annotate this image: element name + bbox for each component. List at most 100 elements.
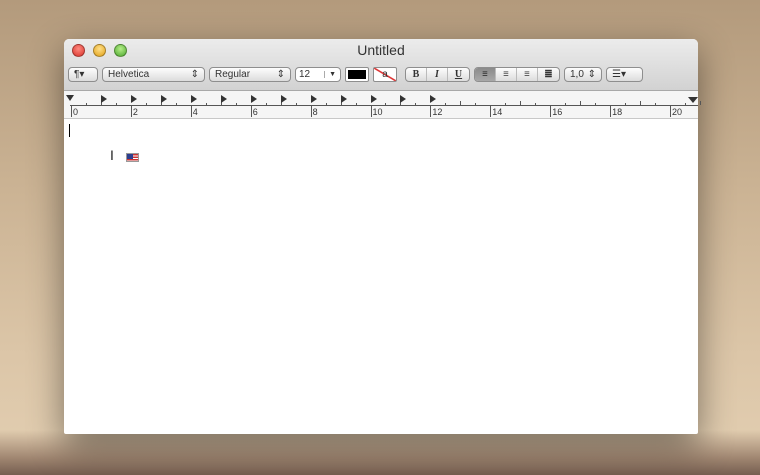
align-right-button[interactable]: ≡ — [517, 68, 538, 81]
ruler-tick — [355, 103, 357, 105]
alignment-buttons: ≡ ≡ ≡ ≣ — [474, 67, 560, 82]
tab-stop-marker[interactable] — [430, 95, 437, 103]
ruler-tick — [565, 103, 567, 105]
ruler-tick — [475, 103, 477, 105]
ruler-tick — [445, 103, 447, 105]
ruler-tick — [175, 103, 177, 105]
text-caret — [69, 124, 70, 137]
font-size-value: 12 — [299, 69, 311, 80]
ruler-label: 4 — [192, 107, 198, 117]
ruler-tick — [295, 103, 297, 105]
ruler-tick — [684, 103, 686, 105]
chevron-down-icon[interactable]: ▼ — [324, 71, 340, 78]
titlebar: Untitled ¶▾ Helvetica ⇕ Regular ⇕ 12 ▼ a B … — [64, 39, 698, 91]
left-indent-marker[interactable] — [66, 95, 74, 101]
us-flag-input-source-icon — [126, 153, 139, 162]
ruler-tick — [595, 103, 597, 105]
ruler-label: 6 — [252, 107, 258, 117]
tab-stop-marker[interactable] — [130, 95, 137, 103]
ruler-tick — [205, 103, 207, 105]
ruler-label: 12 — [432, 107, 443, 117]
tab-stop-marker[interactable] — [190, 95, 197, 103]
font-style-value: Regular — [215, 69, 251, 80]
tab-stop-marker[interactable] — [280, 95, 287, 103]
tab-stop-marker[interactable] — [400, 95, 407, 103]
paragraph-styles-menu[interactable]: ¶▾ — [68, 67, 98, 82]
italic-button[interactable]: I — [427, 68, 448, 81]
ruler-tick — [115, 103, 117, 105]
ruler-tick — [699, 101, 701, 105]
underline-button[interactable]: U — [448, 68, 469, 81]
ruler-tick — [310, 105, 312, 117]
bold-button[interactable]: B — [406, 68, 427, 81]
ruler-baseline — [70, 105, 698, 106]
ruler-tick — [460, 101, 462, 105]
ruler-label: 2 — [132, 107, 138, 117]
ruler-tick — [655, 103, 657, 105]
format-bar: ¶▾ Helvetica ⇕ Regular ⇕ 12 ▼ a B I U ≡ ≡ ≡… — [68, 67, 643, 82]
ruler-tick — [535, 103, 537, 105]
ruler-tick — [580, 101, 582, 105]
tab-stop-marker[interactable] — [340, 95, 347, 103]
align-center-button[interactable]: ≡ — [496, 68, 517, 81]
desktop: Untitled ¶▾ Helvetica ⇕ Regular ⇕ 12 ▼ a B … — [0, 0, 760, 475]
ruler-tick — [250, 105, 252, 117]
ruler-tick — [385, 103, 387, 105]
ruler-tick — [370, 105, 372, 117]
desktop-background — [0, 430, 760, 475]
ruler-tick — [610, 105, 612, 117]
align-justify-button[interactable]: ≣ — [538, 68, 559, 81]
font-style-select[interactable]: Regular ⇕ — [209, 67, 291, 82]
updown-icon: ⇕ — [587, 69, 596, 80]
tab-stop-marker[interactable] — [310, 95, 317, 103]
ruler-label: 16 — [552, 107, 563, 117]
ruler-label: 8 — [312, 107, 318, 117]
text-color-well[interactable] — [345, 67, 369, 82]
ruler-tick — [670, 105, 671, 117]
tab-stop-marker[interactable] — [220, 95, 227, 103]
tab-stop-marker[interactable] — [100, 95, 107, 103]
ruler-label: 10 — [372, 107, 383, 117]
ruler-tick — [415, 103, 417, 105]
ruler-tick — [625, 103, 627, 105]
font-family-select[interactable]: Helvetica ⇕ — [102, 67, 205, 82]
tab-stop-marker[interactable] — [160, 95, 167, 103]
ruler-tick — [430, 105, 432, 117]
line-spacing-value: 1,0 — [570, 69, 584, 80]
tab-stop-marker[interactable] — [250, 95, 257, 103]
ruler-tick — [505, 103, 507, 105]
window-title: Untitled — [357, 42, 405, 58]
textedit-window: Untitled ¶▾ Helvetica ⇕ Regular ⇕ 12 ▼ a B … — [64, 39, 701, 434]
document-area[interactable]: I — [64, 119, 698, 434]
line-spacing-select[interactable]: 1,0 ⇕ — [564, 67, 602, 82]
text-style-buttons: B I U — [405, 67, 470, 82]
ruler-tick — [130, 105, 132, 117]
ruler-tick — [85, 103, 87, 105]
ruler-tick — [640, 101, 642, 105]
ruler-label: 18 — [612, 107, 623, 117]
ruler-tick — [520, 101, 522, 105]
updown-icon: ⇕ — [276, 69, 285, 80]
list-bullets-menu[interactable]: ☰▾ — [606, 67, 643, 82]
background-color-well[interactable]: a — [373, 67, 397, 82]
ruler-label: 20 — [672, 107, 683, 117]
ruler-tick — [145, 103, 147, 105]
font-family-value: Helvetica — [108, 69, 150, 80]
ruler-label: 0 — [73, 107, 79, 117]
ruler-tick — [550, 105, 552, 117]
ruler-tick — [235, 103, 237, 105]
ruler-label: 14 — [492, 107, 503, 117]
align-left-button[interactable]: ≡ — [475, 68, 496, 81]
ibeam-cursor-icon: I — [110, 147, 114, 163]
ruler-tick — [71, 105, 72, 117]
ruler-tick — [490, 105, 492, 117]
text-color-swatch — [348, 70, 366, 79]
ruler-tick — [265, 103, 267, 105]
tab-stop-marker[interactable] — [370, 95, 377, 103]
ruler-tick — [325, 103, 327, 105]
ruler[interactable]: 0 2 4 6 8 10 12 14 16 18 20 — [64, 91, 701, 119]
font-size-combo[interactable]: 12 ▼ — [295, 67, 341, 82]
ruler-tick — [190, 105, 192, 117]
right-indent-marker[interactable] — [688, 97, 698, 103]
updown-icon: ⇕ — [190, 69, 199, 80]
